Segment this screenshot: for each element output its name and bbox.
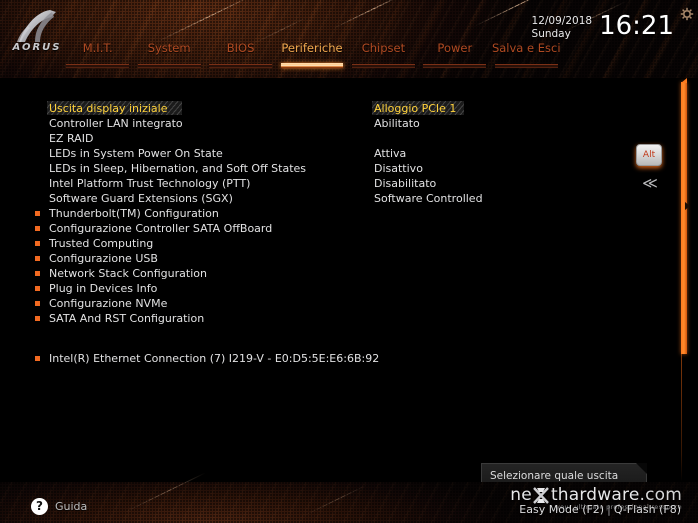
list-item-ez-raid[interactable]: EZ RAID xyxy=(0,131,640,146)
setting-label: Configurazione USB xyxy=(49,252,158,265)
bios-screen: AORUS M.I.T. System BIOS Periferiche Chi… xyxy=(0,0,698,523)
list-item-thunderbolt-configuration[interactable]: Thunderbolt(TM) Configuration xyxy=(0,206,640,221)
setting-label: Software Guard Extensions (SGX) xyxy=(49,192,233,205)
tab-underline xyxy=(137,64,201,68)
setting-value[interactable]: Attiva xyxy=(374,147,406,160)
setting-label: Plug in Devices Info xyxy=(49,282,158,295)
list-item-intel-platform-trust-technology[interactable]: Intel Platform Trust Technology (PTT) Di… xyxy=(0,176,640,191)
q-flash-shortcut[interactable]: Q-Flash (F8) xyxy=(614,503,681,516)
submenu-bullet-icon xyxy=(35,226,40,231)
setting-label: Configurazione Controller SATA OffBoard xyxy=(49,222,273,235)
submenu-bullet-icon xyxy=(35,301,40,306)
setting-value[interactable]: Abilitato xyxy=(374,117,420,130)
list-item-sata-and-rst-configuration[interactable]: SATA And RST Configuration xyxy=(0,311,640,326)
setting-label: EZ RAID xyxy=(49,132,94,145)
footer-status-bar: Easy Mode (F2) | Q-Flash (F8) xyxy=(519,503,681,516)
gear-icon[interactable] xyxy=(680,6,694,21)
tab-mit[interactable]: M.I.T. xyxy=(62,42,133,68)
tab-underline xyxy=(351,64,415,68)
submenu-bullet-icon xyxy=(35,241,40,246)
submenu-bullet-icon xyxy=(35,356,40,361)
tab-power-label: Power xyxy=(437,41,473,55)
tab-mit-label: M.I.T. xyxy=(82,41,113,55)
datetime-display: 12/09/2018 Sunday 16:21 xyxy=(532,12,674,46)
tab-underline-active xyxy=(280,63,344,68)
tab-underline xyxy=(209,64,272,68)
main-nav-tabs[interactable]: M.I.T. System BIOS Periferiche Chipset P… xyxy=(62,42,562,68)
setting-label: LEDs in Sleep, Hibernation, and Soft Off… xyxy=(49,162,307,175)
time-value: 16:21 xyxy=(599,11,674,41)
list-item-trusted-computing[interactable]: Trusted Computing xyxy=(0,236,640,251)
list-item-network-stack-configuration[interactable]: Network Stack Configuration xyxy=(0,266,640,281)
easy-mode-shortcut[interactable]: Easy Mode (F2) xyxy=(519,503,604,516)
scroll-position-marker xyxy=(685,202,690,210)
aorus-falcon-icon xyxy=(17,10,56,42)
setting-label: Configurazione NVMe xyxy=(49,297,168,310)
tab-system-label: System xyxy=(147,41,191,55)
scrollbar-thumb[interactable] xyxy=(681,78,687,354)
setting-label: Intel(R) Ethernet Connection (7) I219-V … xyxy=(49,352,380,365)
tab-underline xyxy=(423,64,487,68)
setting-label: Uscita display iniziale xyxy=(49,102,168,115)
setting-label: Controller LAN integrato xyxy=(49,117,183,130)
tab-underline xyxy=(66,64,130,68)
tab-chipset-label: Chipset xyxy=(361,41,406,55)
list-item-configurazione-usb[interactable]: Configurazione USB xyxy=(0,251,640,266)
setting-label: Thunderbolt(TM) Configuration xyxy=(49,207,219,220)
setting-value[interactable]: Alloggio PCIe 1 xyxy=(374,102,456,115)
list-item-configurazione-controller-sata-offboard[interactable]: Configurazione Controller SATA OffBoard xyxy=(0,221,640,236)
tab-underline xyxy=(494,64,558,68)
question-mark-icon: ? xyxy=(31,498,48,515)
tab-periferiche-label: Periferiche xyxy=(281,41,343,55)
status-separator: | xyxy=(607,503,611,516)
tab-bios-label: BIOS xyxy=(226,41,255,55)
setting-label: Network Stack Configuration xyxy=(49,267,207,280)
list-item-leds-in-system-power-on-state[interactable]: LEDs in System Power On State Attiva xyxy=(0,146,640,161)
tab-periferiche[interactable]: Periferiche xyxy=(276,42,347,68)
tab-power[interactable]: Power xyxy=(419,42,490,68)
setting-value[interactable]: Disabilitato xyxy=(374,177,436,190)
tab-chipset[interactable]: Chipset xyxy=(348,42,419,68)
double-chevron-left-icon[interactable]: ≪ xyxy=(638,174,662,192)
setting-value[interactable]: Software Controlled xyxy=(374,192,483,205)
setting-value[interactable]: Disattivo xyxy=(374,162,423,175)
setting-label: Intel Platform Trust Technology (PTT) xyxy=(49,177,251,190)
settings-body: Uscita display iniziale Alloggio PCIe 1 … xyxy=(0,78,698,519)
help-label: Guida xyxy=(55,500,88,513)
submenu-bullet-icon xyxy=(35,211,40,216)
list-item-plug-in-devices-info[interactable]: Plug in Devices Info xyxy=(0,281,640,296)
list-item-controller-lan-integrato[interactable]: Controller LAN integrato Abilitato xyxy=(0,116,640,131)
date-block: 12/09/2018 Sunday xyxy=(532,12,593,40)
date-value: 12/09/2018 xyxy=(531,15,593,27)
submenu-bullet-icon xyxy=(35,271,40,276)
setting-label: LEDs in System Power On State xyxy=(49,147,223,160)
tab-system[interactable]: System xyxy=(133,42,204,68)
submenu-bullet-icon xyxy=(35,256,40,261)
tab-bios[interactable]: BIOS xyxy=(205,42,276,68)
list-item-uscita-display-iniziale[interactable]: Uscita display iniziale Alloggio PCIe 1 xyxy=(0,101,640,116)
settings-list: Uscita display iniziale Alloggio PCIe 1 … xyxy=(0,78,640,366)
setting-label: SATA And RST Configuration xyxy=(49,312,205,325)
aorus-logo: AORUS xyxy=(4,8,70,60)
aorus-wordmark: AORUS xyxy=(12,42,62,53)
list-item-software-guard-extensions[interactable]: Software Guard Extensions (SGX) Software… xyxy=(0,191,640,206)
list-item-configurazione-nvme[interactable]: Configurazione NVMe xyxy=(0,296,640,311)
alt-key-button[interactable]: Alt xyxy=(636,144,662,166)
help-button[interactable]: ? Guida xyxy=(31,498,87,515)
alt-key-label: Alt xyxy=(642,150,656,160)
submenu-bullet-icon xyxy=(35,286,40,291)
submenu-bullet-icon xyxy=(35,316,40,321)
weekday-value: Sunday xyxy=(531,27,571,40)
list-item-leds-in-sleep-hibernation-soft-off[interactable]: LEDs in Sleep, Hibernation, and Soft Off… xyxy=(0,161,640,176)
list-item-intel-ethernet-connection[interactable]: Intel(R) Ethernet Connection (7) I219-V … xyxy=(0,351,640,366)
setting-label: Trusted Computing xyxy=(49,237,154,250)
